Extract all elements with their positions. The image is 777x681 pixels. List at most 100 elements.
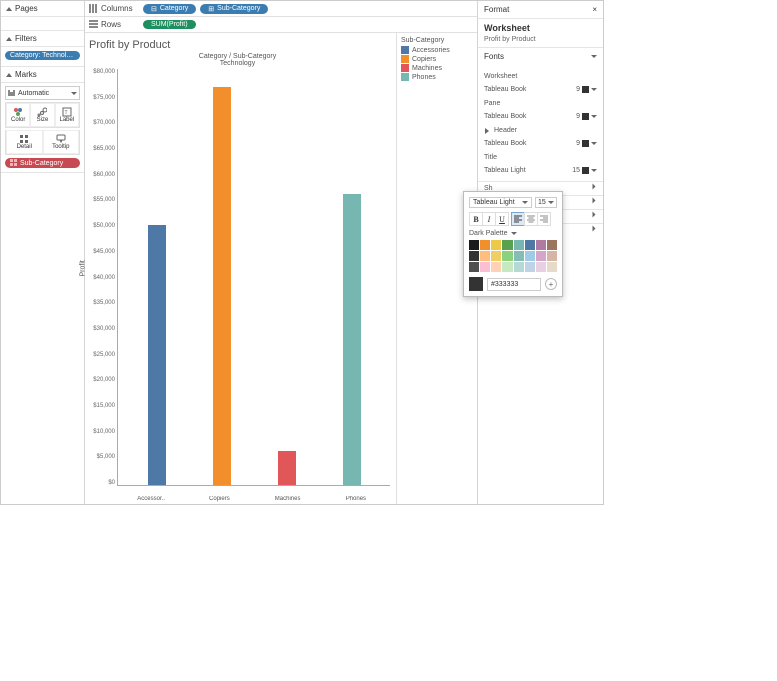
mark-detail[interactable]: Detail [6, 130, 43, 154]
legend-label: Machines [412, 65, 442, 72]
palette-color[interactable] [536, 240, 546, 250]
y-axis-label: Profit [80, 260, 87, 276]
color-palette [469, 240, 557, 272]
bar-accessories[interactable] [148, 225, 166, 485]
font-format-popup: Tableau Light 15 B I U Dark Palette #333… [463, 191, 563, 297]
legend-swatch [401, 73, 409, 81]
viz-category-header: Technology [85, 60, 390, 67]
legend-label: Copiers [412, 56, 436, 63]
x-tick: Accessor.. [136, 496, 166, 502]
underline-button[interactable]: U [495, 212, 509, 226]
palette-color[interactable] [469, 262, 479, 272]
mark-color[interactable]: Color [6, 103, 30, 127]
palette-color[interactable] [491, 262, 501, 272]
row-pill-profit[interactable]: SUM(Profit) [143, 20, 196, 29]
marks-panel-header[interactable]: Marks [1, 67, 84, 83]
palette-color[interactable] [547, 251, 557, 261]
popup-size-dropdown[interactable]: 15 [535, 197, 557, 208]
align-left-button[interactable] [511, 212, 525, 226]
palette-color[interactable] [491, 240, 501, 250]
palette-label[interactable]: Dark Palette [469, 230, 557, 237]
pages-panel-header[interactable]: Pages [1, 1, 84, 17]
y-tick: $60,000 [93, 172, 115, 178]
y-tick: $80,000 [93, 69, 115, 75]
mark-size[interactable]: Size [30, 103, 54, 127]
y-tick: $65,000 [93, 146, 115, 152]
palette-color[interactable] [547, 262, 557, 272]
x-tick: Phones [341, 496, 371, 502]
legend-swatch [401, 55, 409, 63]
fonts-section-header[interactable]: Fonts [478, 47, 603, 65]
popup-font-dropdown[interactable]: Tableau Light [469, 197, 532, 208]
legend-label: Accessories [412, 47, 450, 54]
palette-color[interactable] [514, 240, 524, 250]
bar-phones[interactable] [343, 194, 361, 485]
y-tick: $50,000 [93, 223, 115, 229]
bar-copiers[interactable] [213, 87, 231, 485]
hex-input[interactable]: #333333 [487, 278, 541, 291]
y-tick: $40,000 [93, 275, 115, 281]
chart-plot-area[interactable] [117, 69, 390, 486]
palette-color[interactable] [502, 262, 512, 272]
viz-title[interactable]: Profit by Product [85, 37, 390, 53]
color-icon [10, 159, 18, 167]
fonts-pane-label: Pane [484, 100, 597, 107]
palette-color[interactable] [525, 262, 535, 272]
add-color-button[interactable]: + [545, 278, 557, 290]
mark-tooltip[interactable]: Tooltip [43, 130, 80, 154]
palette-color[interactable] [480, 251, 490, 261]
y-tick: $15,000 [93, 403, 115, 409]
align-right-button[interactable] [537, 212, 551, 226]
current-color-swatch [469, 277, 483, 291]
marks-pill-subcategory[interactable]: Sub-Category [5, 158, 80, 168]
palette-color[interactable] [502, 240, 512, 250]
palette-color[interactable] [469, 251, 479, 261]
header-font-dropdown[interactable]: Tableau Book9 [484, 136, 597, 150]
palette-color[interactable] [514, 251, 524, 261]
y-tick: $25,000 [93, 352, 115, 358]
title-font-dropdown[interactable]: Tableau Light15 [484, 163, 597, 177]
legend-item[interactable]: Machines [401, 64, 473, 72]
col-pill-subcategory[interactable]: ⊞Sub-Category [200, 4, 268, 14]
palette-color[interactable] [480, 240, 490, 250]
filters-panel-header[interactable]: Filters [1, 31, 84, 47]
palette-color[interactable] [502, 251, 512, 261]
italic-button[interactable]: I [482, 212, 496, 226]
y-axis: Profit $80,000$75,000$70,000$65,000$60,0… [85, 69, 117, 496]
legend-item[interactable]: Copiers [401, 55, 473, 63]
format-target-name: Profit by Product [484, 36, 536, 43]
palette-color[interactable] [525, 240, 535, 250]
col-pill-category[interactable]: ⊟Category [143, 4, 196, 14]
palette-color[interactable] [514, 262, 524, 272]
mark-label[interactable]: TLabel [55, 103, 79, 127]
palette-color[interactable] [536, 251, 546, 261]
format-pane-title: Format [484, 5, 509, 14]
palette-color[interactable] [491, 251, 501, 261]
format-target-type: Worksheet [484, 23, 597, 33]
close-icon[interactable]: × [592, 5, 597, 14]
palette-color[interactable] [480, 262, 490, 272]
legend-title: Sub-Category [401, 37, 473, 44]
mark-type-dropdown[interactable]: Automatic [5, 86, 80, 100]
y-tick: $35,000 [93, 300, 115, 306]
palette-color[interactable] [525, 251, 535, 261]
columns-shelf-label: Columns [89, 4, 139, 13]
worksheet-font-dropdown[interactable]: Tableau Book9 [484, 82, 597, 96]
y-tick: $10,000 [93, 429, 115, 435]
y-tick: $5,000 [97, 454, 115, 460]
legend-item[interactable]: Phones [401, 73, 473, 81]
chevron-right-icon [485, 128, 489, 134]
legend-label: Phones [412, 74, 436, 81]
legend-item[interactable]: Accessories [401, 46, 473, 54]
filter-pill-category[interactable]: Category: Technology [5, 51, 80, 60]
bold-button[interactable]: B [469, 212, 483, 226]
fonts-header-label[interactable]: Header [484, 127, 597, 134]
palette-color[interactable] [469, 240, 479, 250]
palette-color[interactable] [536, 262, 546, 272]
y-tick: $75,000 [93, 95, 115, 101]
bar-machines[interactable] [278, 451, 296, 485]
rows-shelf-label: Rows [89, 20, 139, 29]
pane-font-dropdown[interactable]: Tableau Book9 [484, 109, 597, 123]
palette-color[interactable] [547, 240, 557, 250]
align-center-button[interactable] [524, 212, 538, 226]
